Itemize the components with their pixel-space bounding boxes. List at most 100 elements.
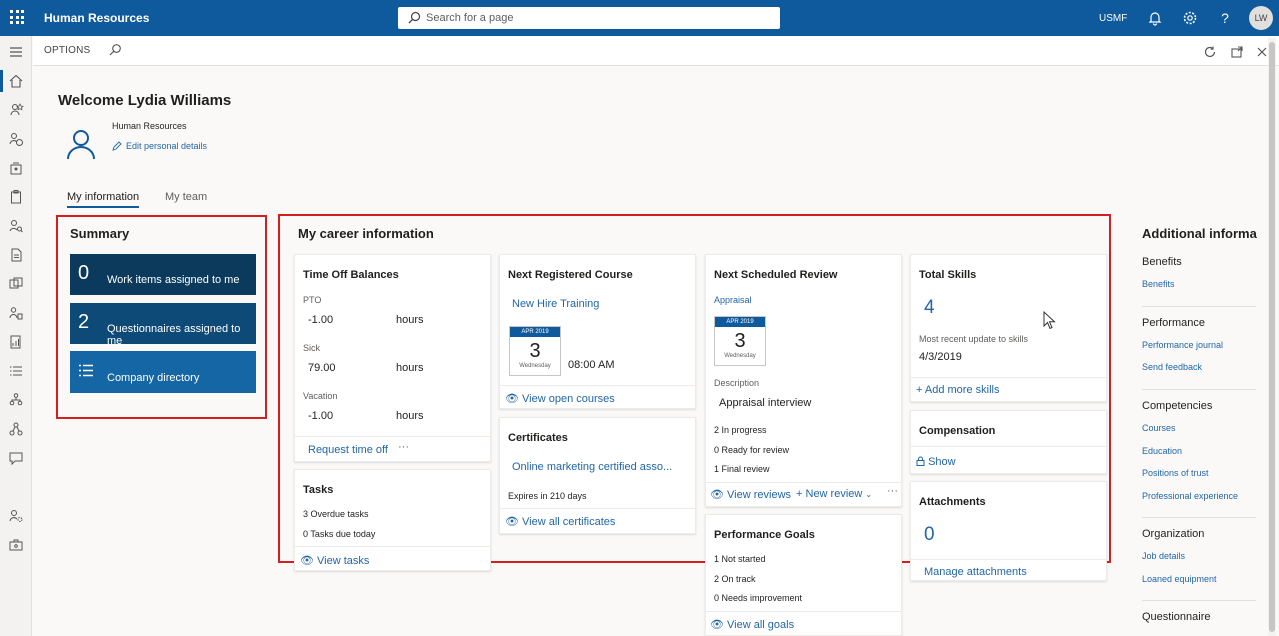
courses-link[interactable]: Courses [1142, 423, 1176, 433]
document-icon[interactable] [8, 247, 24, 263]
job-details-link[interactable]: Job details [1142, 551, 1185, 561]
close-icon[interactable] [1255, 45, 1269, 59]
open-new-window-icon[interactable] [1230, 45, 1244, 59]
clipboard-icon[interactable] [8, 189, 24, 205]
top-bar: Human Resources Search for a page USMF ?… [0, 0, 1279, 36]
review-type-link[interactable]: Appraisal [714, 295, 752, 305]
certificates-card: Certificates Online marketing certified … [499, 417, 696, 534]
workspaces-icon[interactable] [8, 160, 24, 176]
course-calendar: APR 2019 3 Wednesday [509, 326, 561, 376]
eye-icon: 👁︎ [710, 619, 724, 631]
attachments-card: Attachments 0 Manage attachments [910, 481, 1107, 581]
hamburger-icon[interactable] [8, 44, 24, 60]
add-more-skills-link[interactable]: + Add more skills [916, 384, 999, 396]
favorites-icon[interactable] [8, 102, 24, 118]
vacation-label: Vacation [303, 391, 338, 401]
benefits-link[interactable]: Benefits [1142, 279, 1175, 289]
tab-my-team[interactable]: My team [165, 191, 207, 203]
send-feedback-link[interactable]: Send feedback [1142, 362, 1202, 372]
view-open-courses-link[interactable]: 👁︎ View open courses [505, 392, 615, 405]
reviews-final: 1 Final review [714, 464, 770, 474]
time-off-title: Time Off Balances [303, 269, 399, 281]
professional-experience-link[interactable]: Professional experience [1142, 491, 1238, 501]
plus-icon: + [796, 488, 803, 500]
questionnaires-tile[interactable]: 2 Questionnaires assigned to me [70, 303, 256, 347]
vertical-scrollbar[interactable] [1268, 38, 1276, 636]
avatar[interactable]: LW [1249, 6, 1273, 30]
calendar-day: 3 [529, 340, 541, 362]
organization-heading: Organization [1142, 528, 1205, 540]
gear-icon[interactable] [1182, 10, 1198, 26]
work-items-label: Work items assigned to me [107, 274, 240, 286]
goals-on-track: 2 On track [714, 574, 756, 584]
people-icon[interactable] [8, 305, 24, 321]
refresh-icon[interactable] [1203, 45, 1217, 59]
tab-my-information[interactable]: My information [67, 191, 140, 208]
cards-icon[interactable] [8, 276, 24, 292]
divider [706, 611, 901, 612]
sick-unit: hours [396, 362, 424, 374]
view-tasks-link[interactable]: 👁︎ View tasks [300, 554, 369, 567]
view-reviews-link[interactable]: 👁︎ View reviews [710, 488, 791, 501]
person-search-icon[interactable] [8, 218, 24, 234]
divider [500, 385, 695, 386]
hierarchy-icon[interactable] [8, 421, 24, 437]
performance-journal-link[interactable]: Performance journal [1142, 340, 1223, 350]
calendar-day: 3 [734, 330, 746, 352]
attachments-count[interactable]: 0 [924, 524, 935, 546]
app-title[interactable]: Human Resources [44, 11, 149, 25]
company-directory-tile[interactable]: Company directory [70, 351, 256, 393]
divider [911, 377, 1106, 378]
calendar-month: APR 2019 [510, 327, 560, 337]
home-icon[interactable] [8, 73, 24, 89]
course-name-link[interactable]: New Hire Training [512, 298, 599, 310]
plus-icon: + [916, 384, 923, 396]
app-launcher-icon[interactable] [10, 10, 24, 24]
options-menu[interactable]: OPTIONS [44, 45, 90, 56]
request-time-off-link[interactable]: Request time off [308, 444, 388, 456]
add-more-skills-label: Add more skills [924, 384, 1000, 396]
more-options-button[interactable]: ··· [887, 485, 898, 497]
pto-value: -1.00 [308, 314, 334, 326]
briefcase-icon[interactable] [8, 537, 24, 553]
list-icon[interactable] [8, 363, 24, 379]
department-label: Human Resources [112, 121, 187, 131]
work-items-tile[interactable]: 0 Work items assigned to me [70, 254, 256, 295]
help-icon[interactable]: ? [1217, 10, 1233, 26]
view-all-goals-link[interactable]: 👁︎ View all goals [710, 618, 794, 631]
skills-count[interactable]: 4 [924, 297, 935, 319]
recent-icon[interactable] [8, 131, 24, 147]
time-off-card: Time Off Balances PTO -1.00 hours Sick 7… [294, 254, 491, 462]
tasks-due-today: 0 Tasks due today [303, 529, 376, 539]
people-settings-icon[interactable] [8, 508, 24, 524]
feedback-icon[interactable] [8, 450, 24, 466]
manage-attachments-link[interactable]: Manage attachments [924, 566, 1027, 578]
company-selector[interactable]: USMF [1099, 13, 1127, 24]
new-review-button[interactable]: + New review ⌄ [796, 488, 872, 500]
sick-label: Sick [303, 343, 321, 353]
tasks-title: Tasks [303, 484, 334, 496]
calendar-weekday: Wednesday [519, 363, 551, 369]
org-chart-icon[interactable] [8, 392, 24, 408]
view-all-certificates-link[interactable]: 👁︎ View all certificates [505, 515, 615, 528]
search-icon[interactable] [108, 43, 122, 57]
search-box[interactable]: Search for a page [398, 7, 780, 29]
education-link[interactable]: Education [1142, 446, 1182, 456]
positions-of-trust-link[interactable]: Positions of trust [1142, 468, 1209, 478]
edit-personal-details-link[interactable]: Edit personal details [112, 141, 207, 151]
loaned-equipment-link[interactable]: Loaned equipment [1142, 574, 1217, 584]
next-course-card: Next Registered Course New Hire Training… [499, 254, 696, 409]
divider [295, 436, 490, 437]
more-options-button[interactable]: ··· [398, 441, 409, 453]
next-review-title: Next Scheduled Review [714, 269, 838, 281]
report-icon[interactable] [8, 334, 24, 350]
compensation-card: Compensation Show [910, 410, 1107, 474]
show-compensation-link[interactable]: Show [916, 456, 956, 468]
total-skills-title: Total Skills [919, 269, 977, 281]
certificate-name-link[interactable]: Online marketing certified asso... [512, 461, 672, 473]
bell-icon[interactable] [1147, 10, 1163, 26]
search-placeholder: Search for a page [426, 12, 514, 24]
view-tasks-label: View tasks [317, 555, 370, 567]
scrollbar-thumb[interactable] [1269, 42, 1275, 632]
person-icon [67, 130, 95, 160]
